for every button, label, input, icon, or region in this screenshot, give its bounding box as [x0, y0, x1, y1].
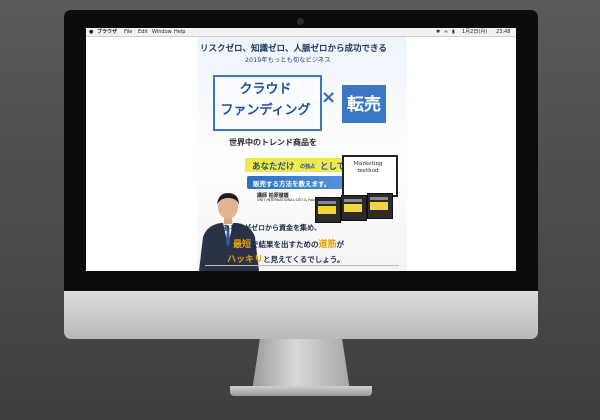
times-symbol: ×: [321, 87, 337, 108]
board-line-1: Marketing: [353, 161, 383, 167]
apple-icon[interactable]: ●: [89, 28, 93, 36]
highlight-michisuji: 道筋: [318, 240, 337, 250]
body-line-1-text: あなたがゼロから資金を集め、: [223, 224, 321, 232]
menu-help[interactable]: Help: [174, 28, 185, 36]
body-line-3: ハッキリと見えてくるでしょう。: [227, 252, 344, 265]
camera-icon: [297, 18, 304, 25]
highlight-hakkiri: ハッキリ: [227, 255, 264, 265]
highlight-saitan: 最短: [233, 240, 252, 250]
phone-screenshot-2: [341, 195, 367, 221]
resale-label: 転売: [347, 95, 381, 115]
crowdfunding-line-2: ファンディング: [220, 103, 311, 118]
crowdfunding-line-1: クラウド: [239, 82, 292, 97]
board-line-2: method: [357, 168, 379, 174]
exclusive-senzoku: の独占: [300, 164, 316, 170]
monitor-chin: [64, 291, 538, 339]
app-name[interactable]: ブラウザ: [97, 28, 117, 36]
monitor-base: [230, 386, 372, 396]
exclusive-anatadake: あなただけ: [252, 162, 295, 172]
web-page: リスクゼロ、知識ゼロ、人脈ゼロから成功できる 2019年もっとも旬なビジネス ク…: [197, 37, 407, 271]
page-subheadline: 2019年もっとも旬なビジネス: [245, 57, 331, 64]
menu-file[interactable]: File: [124, 28, 132, 36]
phone-screenshot-3: [367, 193, 393, 219]
body-line-1: あなたがゼロから資金を集め、: [223, 223, 321, 233]
battery-icon[interactable]: ▮: [452, 28, 455, 36]
bluetooth-icon[interactable]: ✱: [436, 28, 440, 36]
trend-text: 世界中のトレンド商品を: [229, 138, 317, 147]
menu-window[interactable]: Window: [152, 28, 172, 36]
body-line-2-text: で結果を出すための: [251, 240, 319, 249]
divider: [205, 265, 399, 266]
menubar-time: 23:48: [496, 29, 511, 35]
menubar-date: 1月2日(月): [462, 29, 488, 35]
menu-edit[interactable]: Edit: [138, 28, 148, 36]
menu-bar: ● ブラウザ File Edit Window Help ✱ ≈ ▮ 1月2日(…: [86, 28, 516, 37]
body-line-2-end: が: [336, 240, 345, 249]
page-headline: リスクゼロ、知識ゼロ、人脈ゼロから成功できる: [200, 44, 387, 54]
body-line-2: 最短で結果を出すための道筋が: [233, 237, 344, 250]
presenter-title-en: UNIT INTERNATIONAL CEO & Founder: [257, 198, 323, 202]
body-line-3-text: と見えてくるでしょう。: [263, 255, 345, 264]
monitor-stand: [252, 339, 350, 391]
wifi-icon[interactable]: ≈: [444, 28, 448, 36]
teach-text: 販売する方法を教えます。: [253, 180, 331, 188]
